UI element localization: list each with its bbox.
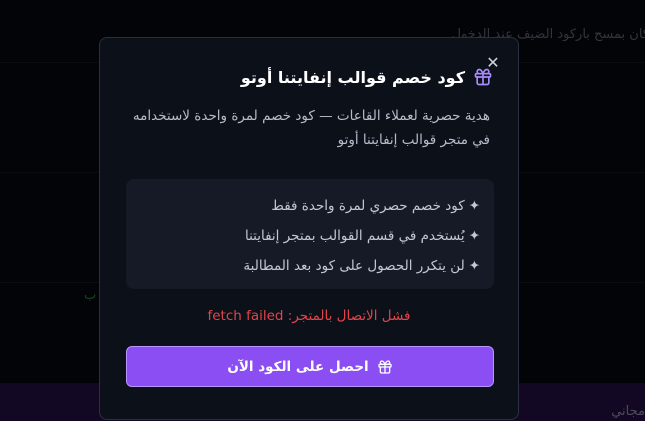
get-code-button-label: احصل على الكود الآن [227,358,369,375]
get-code-button[interactable]: احصل على الكود الآن [126,346,494,387]
feature-item: ✦كود خصم حصري لمرة واحدة فقط [271,198,480,214]
feature-list: ✦كود خصم حصري لمرة واحدة فقط ✦يُستخدم في… [126,179,494,289]
gift-icon [473,67,493,87]
feature-item: ✦يُستخدم في قسم القوالب بمتجر إنفايتنا [244,228,480,244]
error-message: فشل الاتصال بالمتجر: fetch failed [207,308,411,324]
sparkle-icon: ✦ [468,198,480,214]
feature-item: ✦لن يتكرر الحصول على كود بعد المطالبة [243,258,480,274]
sparkle-icon: ✦ [468,258,480,274]
modal-description: هدية حصرية لعملاء القاعات — كود خصم لمرة… [132,108,490,148]
sparkle-icon: ✦ [468,228,480,244]
discount-modal: ✕ كود خصم قوالب إنفايتنا أوتو هدية حصرية… [99,37,519,420]
gift-icon [377,359,393,375]
modal-header: كود خصم قوالب إنفايتنا أوتو [241,67,493,87]
modal-title: كود خصم قوالب إنفايتنا أوتو [240,67,465,87]
